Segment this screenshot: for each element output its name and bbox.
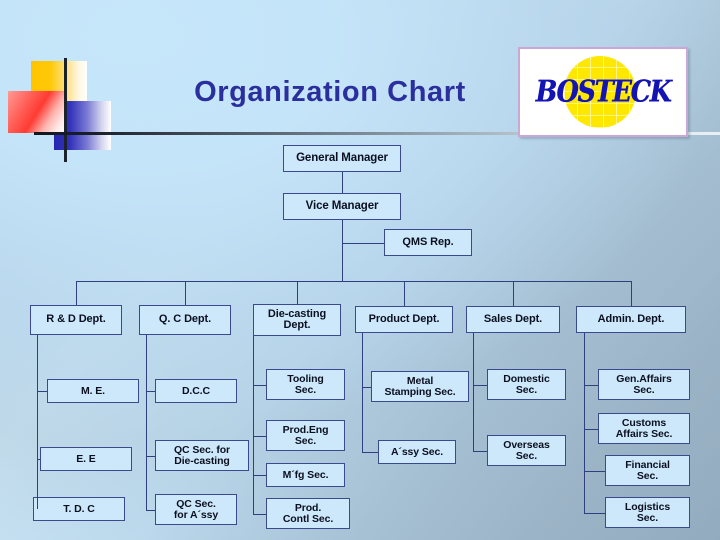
connector-line-horizontal <box>253 475 266 476</box>
company-logo: BOSTECK <box>518 47 688 137</box>
connector-line-horizontal <box>146 456 155 457</box>
org-box-logistics-sec[interactable]: Logistics Sec. <box>605 497 690 528</box>
org-box-ee[interactable]: E. E <box>40 447 132 471</box>
decorative-red-square <box>8 91 64 133</box>
connector-line-vertical <box>384 243 385 244</box>
org-box-prod-contl-sec[interactable]: Prod. Contl Sec. <box>266 498 350 529</box>
org-box-general-manager[interactable]: General Manager <box>283 145 401 172</box>
organization-chart-slide: Organization Chart BOSTECK General Manag… <box>0 0 720 540</box>
connector-line-horizontal <box>253 385 266 386</box>
org-box-qc-sec-die-casting[interactable]: QC Sec. for Die-casting <box>155 440 249 471</box>
org-box-product-dept[interactable]: Product Dept. <box>355 306 453 333</box>
connector-line-horizontal <box>146 510 155 511</box>
connector-line-vertical <box>342 220 343 281</box>
org-box-me[interactable]: M. E. <box>47 379 139 403</box>
connector-line-vertical <box>342 172 343 193</box>
connector-line-vertical <box>631 281 632 306</box>
connector-line-horizontal <box>362 387 371 388</box>
org-box-metal-stamping-sec[interactable]: Metal Stamping Sec. <box>371 371 469 402</box>
connector-line-horizontal <box>76 281 631 282</box>
org-box-dcc[interactable]: D.C.C <box>155 379 237 403</box>
logo-wordmark: BOSTECK <box>535 74 672 109</box>
org-box-sales-dept[interactable]: Sales Dept. <box>466 306 560 333</box>
connector-line-horizontal <box>584 471 605 472</box>
decorative-vertical-rule <box>64 58 67 162</box>
connector-line-vertical <box>185 281 186 305</box>
connector-line-vertical <box>584 333 585 513</box>
org-box-gen-affairs-sec[interactable]: Gen.Affairs Sec. <box>598 369 690 400</box>
connector-line-vertical <box>513 281 514 306</box>
connector-line-horizontal <box>362 452 378 453</box>
org-box-vice-manager[interactable]: Vice Manager <box>283 193 401 220</box>
connector-line-vertical <box>253 336 254 514</box>
org-box-qc-sec-assy[interactable]: QC Sec. for A´ssy <box>155 494 237 525</box>
connector-line-horizontal <box>146 391 155 392</box>
org-box-domestic-sec[interactable]: Domestic Sec. <box>487 369 566 400</box>
org-box-overseas-sec[interactable]: Overseas Sec. <box>487 435 566 466</box>
connector-line-vertical <box>404 281 405 306</box>
connector-line-horizontal <box>342 243 384 244</box>
org-box-qms-rep[interactable]: QMS Rep. <box>384 229 472 256</box>
connector-line-vertical <box>473 333 474 451</box>
connector-line-horizontal <box>584 429 598 430</box>
connector-line-vertical <box>362 333 363 452</box>
org-box-prod-eng-sec[interactable]: Prod.Eng Sec. <box>266 420 345 451</box>
org-box-rd-dept[interactable]: R & D Dept. <box>30 305 122 335</box>
connector-line-horizontal <box>253 436 266 437</box>
connector-line-horizontal <box>253 514 266 515</box>
page-title: Organization Chart <box>194 76 466 108</box>
connector-line-vertical <box>37 335 38 509</box>
org-box-tdc[interactable]: T. D. C <box>33 497 125 521</box>
org-box-admin-dept[interactable]: Admin. Dept. <box>576 306 686 333</box>
org-box-mfg-sec[interactable]: M´fg Sec. <box>266 463 345 487</box>
connector-line-horizontal <box>473 385 487 386</box>
connector-line-horizontal <box>473 451 487 452</box>
connector-line-vertical <box>76 281 77 305</box>
org-box-assy-sec[interactable]: A´ssy Sec. <box>378 440 456 464</box>
connector-line-vertical <box>297 281 298 304</box>
org-box-financial-sec[interactable]: Financial Sec. <box>605 455 690 486</box>
connector-line-horizontal <box>584 385 598 386</box>
org-box-die-casting-dept[interactable]: Die-casting Dept. <box>253 304 341 336</box>
connector-line-horizontal <box>37 391 47 392</box>
org-box-customs-affairs-sec[interactable]: Customs Affairs Sec. <box>598 413 690 444</box>
connector-line-vertical <box>146 335 147 510</box>
connector-line-horizontal <box>584 513 605 514</box>
org-box-qc-dept[interactable]: Q. C Dept. <box>139 305 231 335</box>
org-box-tooling-sec[interactable]: Tooling Sec. <box>266 369 345 400</box>
